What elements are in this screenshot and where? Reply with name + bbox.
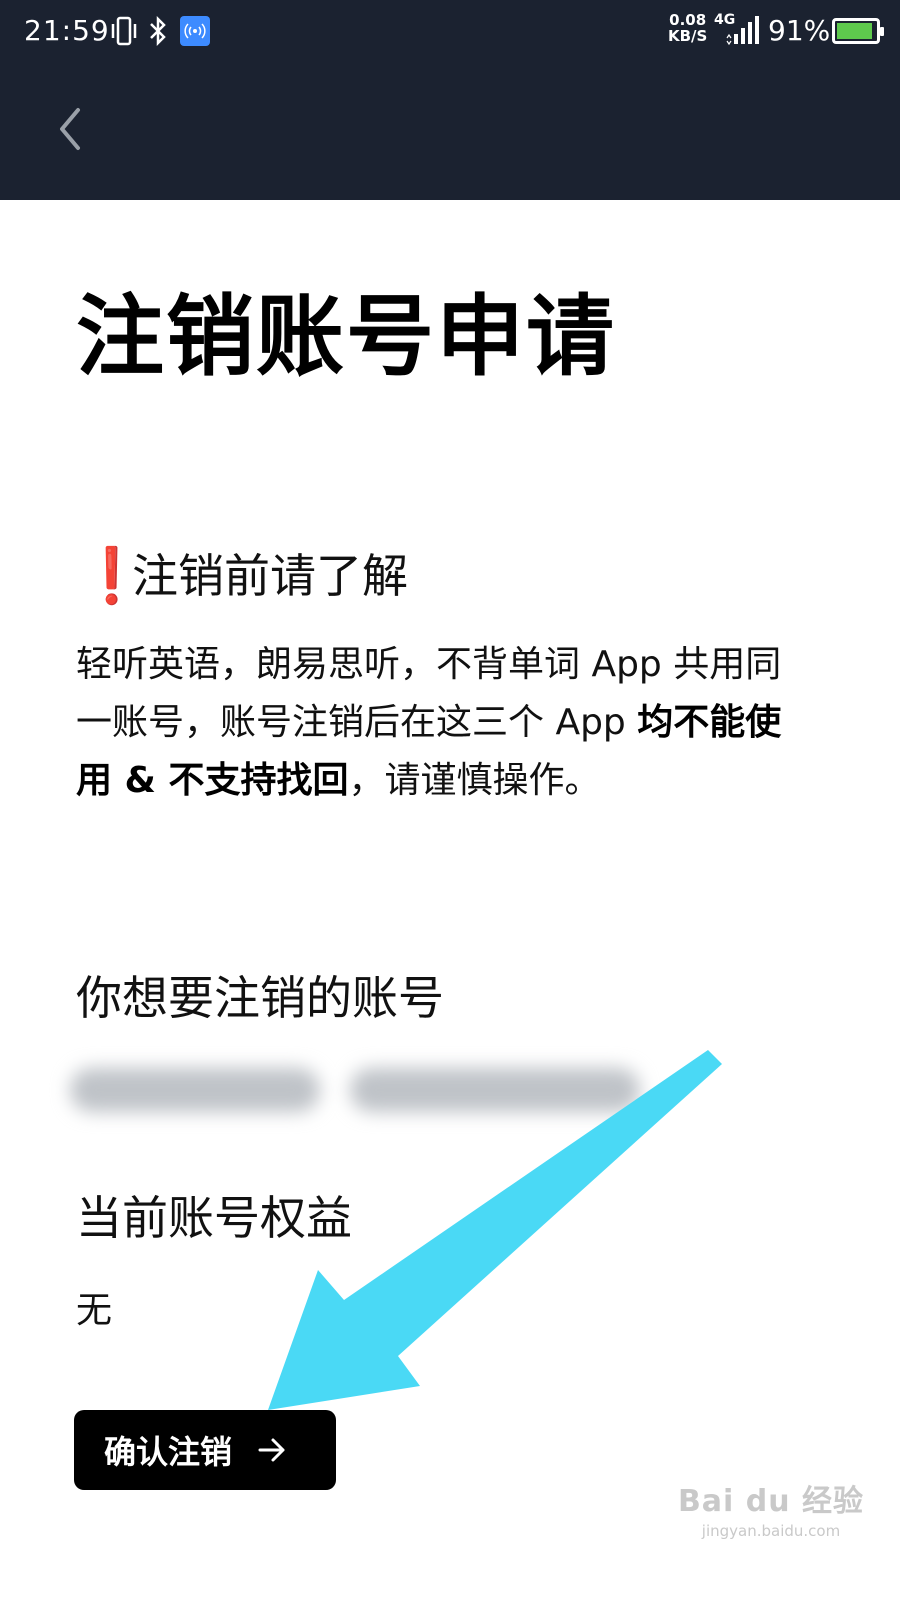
bluetooth-icon: [146, 14, 170, 48]
notice-text: 轻听英语，朗易思听，不背单词 App 共用同一账号，账号注销后在这三个 App …: [76, 636, 816, 810]
vibrate-icon: [110, 14, 138, 48]
arrow-right-icon: [256, 1436, 288, 1464]
back-button[interactable]: [52, 104, 92, 154]
hotspot-icon: [180, 16, 210, 46]
page-title: 注销账号申请: [76, 285, 617, 388]
confirm-button-label: 确认注销: [104, 1433, 233, 1471]
account-redacted-1: [70, 1068, 320, 1112]
status-time: 21:59: [24, 14, 110, 47]
network-speed: 0.08 KB/S: [668, 12, 707, 44]
battery-level: [837, 23, 872, 39]
notice-heading-text: 注销前请了解: [132, 549, 408, 603]
benefit-value: 无: [76, 1290, 113, 1331]
account-heading: 你想要注销的账号: [76, 971, 444, 1025]
battery-percent: 91%: [768, 14, 831, 47]
network-speed-value: 0.08: [669, 11, 707, 29]
signal-icon: [726, 14, 762, 48]
notice-heading: ❗ 注销前请了解: [78, 546, 408, 606]
exclamation-icon: ❗: [78, 544, 146, 607]
watermark-url: jingyan.baidu.com: [701, 1522, 841, 1540]
app-header: 21:59 0.08 KB/S 4G 91%: [0, 0, 900, 200]
watermark-logo: Bai du 经验: [677, 1484, 865, 1519]
network-speed-unit: KB/S: [668, 27, 708, 45]
benefit-heading: 当前账号权益: [76, 1191, 352, 1245]
chevron-left-icon: [60, 108, 80, 150]
battery-icon: [832, 18, 884, 44]
account-redacted-2: [350, 1068, 640, 1112]
watermark: Bai du 经验 jingyan.baidu.com: [676, 1476, 866, 1540]
status-bar: 21:59 0.08 KB/S 4G 91%: [0, 0, 900, 64]
confirm-deregister-button[interactable]: 确认注销: [74, 1410, 336, 1490]
notice-text-part2: ，请谨慎操作。: [348, 760, 601, 801]
